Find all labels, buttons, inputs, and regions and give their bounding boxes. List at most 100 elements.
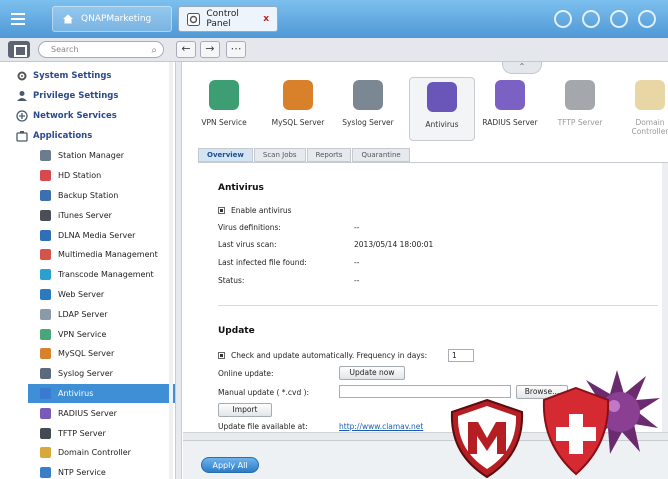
sidebar-item-domain-controller[interactable]: Domain Controller	[0, 443, 175, 463]
virus-definitions-label: Virus definitions:	[218, 223, 281, 232]
update-now-button[interactable]: Update now	[339, 366, 405, 380]
sidebar-item-label: RADIUS Server	[58, 408, 117, 418]
sidebar-item-icon	[40, 467, 51, 479]
sidebar-item-icon	[40, 447, 51, 459]
tab-quarantine[interactable]: Quarantine	[352, 148, 410, 162]
search-input[interactable]: Search ⌕	[38, 41, 164, 58]
update-heading: Update	[218, 326, 255, 336]
apply-all-button[interactable]: Apply All	[201, 457, 259, 473]
top-right-icons	[554, 10, 656, 28]
auto-update-row[interactable]: Check and update automatically. Frequenc…	[218, 351, 427, 360]
sidebar-item-label: DLNA Media Server	[58, 230, 136, 240]
sidebar-scrollbar[interactable]	[169, 62, 173, 479]
sidebar-section-label: System Settings	[33, 71, 112, 81]
mcafee-shield-icon	[450, 398, 524, 479]
import-button[interactable]: Import	[218, 403, 272, 417]
app-icon	[635, 80, 665, 110]
sidebar-item-syslog-server[interactable]: Syslog Server	[0, 364, 175, 384]
app-domain-controller[interactable]: Domain Controller	[617, 76, 668, 140]
forward-button[interactable]: →	[200, 41, 220, 58]
section-divider	[218, 305, 658, 306]
tab-control-panel[interactable]: Control Panel x	[178, 6, 278, 32]
content-scrollbar[interactable]	[662, 163, 668, 433]
view-toggle-button[interactable]	[8, 41, 30, 58]
sidebar-item-label: NTP Service	[58, 468, 106, 478]
user-icon[interactable]	[610, 10, 628, 28]
app-vpn-service[interactable]: VPN Service	[191, 76, 257, 140]
app-label: VPN Service	[201, 118, 247, 127]
enable-antivirus-row[interactable]: Enable antivirus	[218, 206, 292, 215]
sidebar-item-radius-server[interactable]: RADIUS Server	[0, 403, 175, 423]
sidebar-item-itunes-server[interactable]: iTunes Server	[0, 205, 175, 225]
app-syslog-server[interactable]: Syslog Server	[335, 76, 401, 140]
sidebar-item-label: MySQL Server	[58, 349, 115, 359]
sidebar-item-web-server[interactable]: Web Server	[0, 285, 175, 305]
sidebar-item-hd-station[interactable]: HD Station	[0, 166, 175, 186]
tab-home[interactable]: QNAPMarketing	[52, 6, 172, 32]
sidebar-items: Station Manager HD Station Backup Station i…	[0, 146, 175, 479]
clamav-link[interactable]: http://www.clamav.net	[339, 422, 423, 431]
sidebar-section-system-settings[interactable]: System Settings	[16, 66, 175, 86]
sidebar-item-label: LDAP Server	[58, 309, 108, 319]
sidebar-item-station-manager[interactable]: Station Manager	[0, 146, 175, 166]
sidebar-item-mysql-server[interactable]: MySQL Server	[0, 344, 175, 364]
app-icon	[209, 80, 239, 110]
sidebar-item-icon	[40, 170, 51, 182]
sidebar-section-network-services[interactable]: Network Services	[16, 106, 175, 126]
file-available-label: Update file available at:	[218, 422, 308, 431]
app-tftp-server[interactable]: TFTP Server	[547, 76, 613, 140]
sidebar-item-ldap-server[interactable]: LDAP Server	[0, 304, 175, 324]
sidebar-item-multimedia-management[interactable]: Multimedia Management	[0, 245, 175, 265]
auto-update-checkbox[interactable]	[218, 352, 225, 359]
antivirus-heading: Antivirus	[218, 183, 264, 193]
app-antivirus[interactable]: Antivirus	[409, 77, 475, 141]
panel-splitter[interactable]	[176, 62, 182, 479]
grid-view-button[interactable]: ⋯	[226, 41, 246, 58]
sidebar: System Settings Privilege Settings Netwo…	[0, 62, 176, 479]
app-icon	[353, 80, 383, 110]
sidebar-item-icon	[40, 229, 51, 241]
options-icon[interactable]	[638, 10, 656, 28]
sidebar-item-icon	[40, 387, 51, 399]
sidebar-item-antivirus[interactable]: Antivirus	[28, 383, 175, 404]
sidebar-item-ntp-service[interactable]: NTP Service	[0, 463, 175, 479]
search-icon[interactable]: ⌕	[151, 43, 157, 58]
sidebar-item-tftp-server[interactable]: TFTP Server	[0, 423, 175, 443]
sidebar-item-vpn-service[interactable]: VPN Service	[0, 324, 175, 344]
sidebar-item-icon	[40, 269, 51, 281]
sidebar-item-transcode-management[interactable]: Transcode Management	[0, 265, 175, 285]
sidebar-item-label: Syslog Server	[58, 369, 113, 379]
tab-overview[interactable]: Overview	[198, 148, 253, 162]
main-menu-button[interactable]	[6, 7, 30, 31]
notification-icon[interactable]	[582, 10, 600, 28]
back-button[interactable]: ←	[176, 41, 196, 58]
sidebar-item-label: HD Station	[58, 171, 102, 181]
app-radius-server[interactable]: RADIUS Server	[477, 76, 543, 140]
sidebar-item-backup-station[interactable]: Backup Station	[0, 186, 175, 206]
last-scan-label: Last virus scan:	[218, 240, 277, 249]
home-icon	[61, 12, 75, 26]
sidebar-item-icon	[40, 189, 51, 201]
manual-update-file-input[interactable]	[339, 385, 511, 398]
close-icon[interactable]: x	[263, 14, 269, 24]
sidebar-section-applications[interactable]: Applications	[16, 126, 175, 146]
applications-icon	[16, 130, 28, 142]
sidebar-item-icon	[40, 427, 51, 439]
gear-icon	[16, 70, 28, 82]
cloud-icon[interactable]	[554, 10, 572, 28]
sidebar-item-icon	[40, 368, 51, 380]
sidebar-item-label: Backup Station	[58, 190, 119, 200]
app-icon	[495, 80, 525, 110]
sidebar-item-label: Multimedia Management	[58, 250, 158, 260]
sidebar-item-dlna-media-server[interactable]: DLNA Media Server	[0, 225, 175, 245]
frequency-days-input[interactable]: 1	[448, 349, 474, 362]
tab-reports[interactable]: Reports	[306, 148, 352, 162]
sidebar-section-privilege-settings[interactable]: Privilege Settings	[16, 86, 175, 106]
sidebar-item-icon	[40, 348, 51, 360]
collapse-arrow-icon[interactable]: ⌃	[502, 62, 542, 74]
tab-scan-jobs[interactable]: Scan Jobs	[253, 148, 306, 162]
app-mysql-server[interactable]: MySQL Server	[265, 76, 331, 140]
enable-antivirus-checkbox[interactable]	[218, 207, 225, 214]
sidebar-item-label: Domain Controller	[58, 448, 131, 458]
app-label: MySQL Server	[271, 118, 325, 127]
